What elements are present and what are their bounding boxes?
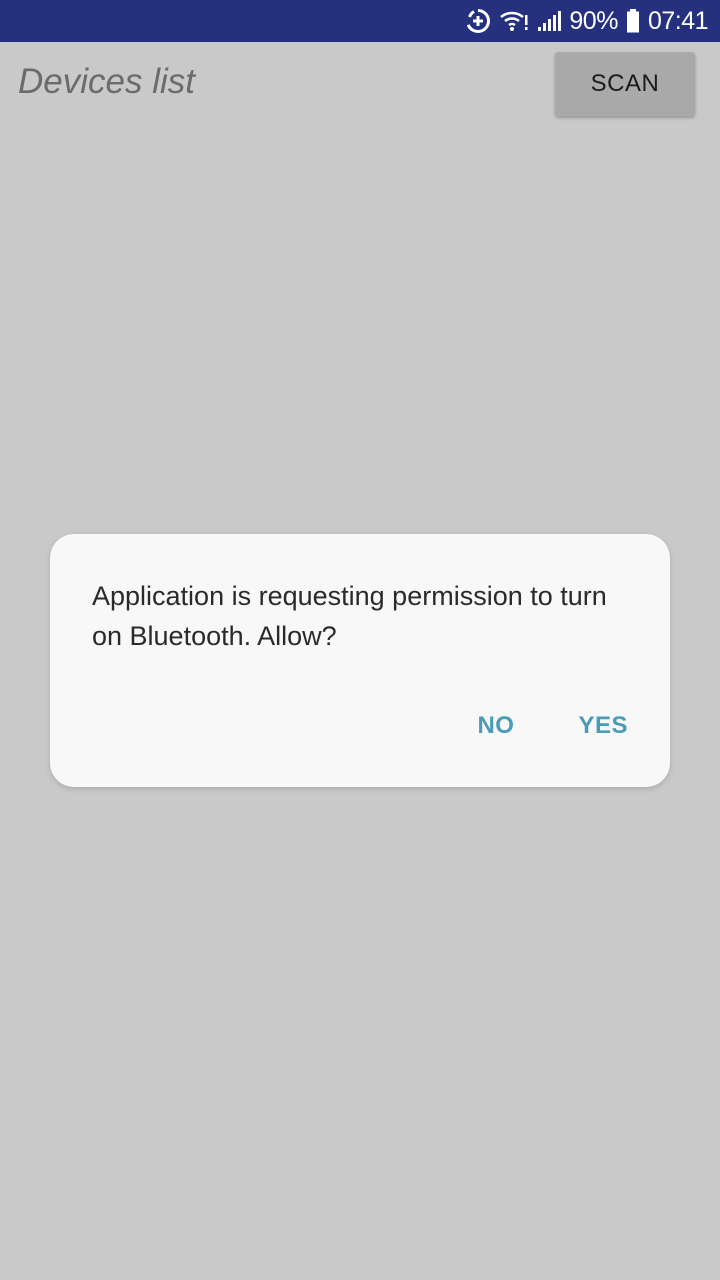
- dialog-message: Application is requesting permission to …: [92, 581, 607, 651]
- status-bar: 90% 07:41: [0, 0, 720, 42]
- scan-button[interactable]: SCAN: [555, 52, 695, 116]
- dialog-actions: NO YES: [477, 712, 628, 740]
- status-indicators: 90% 07:41: [465, 0, 709, 42]
- clock: 07:41: [647, 6, 709, 35]
- battery-percent: 90%: [569, 6, 618, 35]
- page-title: Devices list: [18, 62, 195, 101]
- battery-icon: [626, 9, 640, 33]
- wifi-icon: [499, 9, 529, 33]
- bluetooth-permission-dialog: Application is requesting permission to …: [50, 534, 670, 787]
- signal-icon: [537, 9, 562, 33]
- screen: 90% 07:41 Devices list SCAN Application …: [0, 0, 720, 1280]
- no-button[interactable]: NO: [477, 712, 514, 740]
- data-saver-icon: [465, 8, 491, 34]
- yes-button[interactable]: YES: [578, 712, 628, 740]
